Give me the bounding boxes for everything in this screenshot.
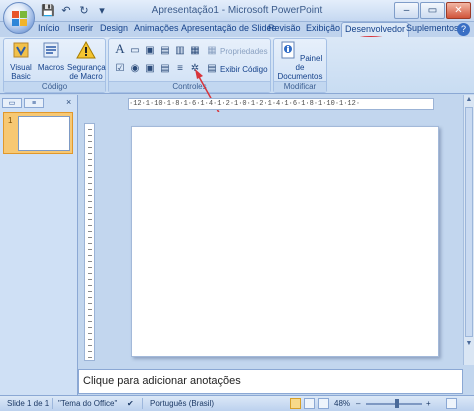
zoom-in-button[interactable]: +	[426, 399, 431, 408]
title-bar: 💾 ↶ ↻ ▾ Apresentação1 - Microsoft PowerP…	[0, 0, 474, 22]
language-status[interactable]: Português (Brasil)	[150, 399, 214, 408]
slide-show-view-button[interactable]	[318, 398, 329, 409]
status-separator	[142, 398, 143, 409]
fit-to-window-button[interactable]	[446, 398, 457, 409]
slide-canvas[interactable]	[131, 126, 439, 357]
scroll-up-icon[interactable]: ▲	[464, 96, 474, 106]
ribbon-tabs: Início Inserir Design Animações Apresent…	[0, 22, 474, 68]
tab-slides-icon[interactable]: ▭	[2, 98, 22, 108]
horizontal-ruler: ·12·1·10·1·8·1·6·1·4·1·2·1·0·1·2·1·4·1·6…	[128, 98, 434, 110]
more-controls-icon[interactable]: ▦	[188, 45, 202, 57]
tab-inserir[interactable]: Inserir	[68, 23, 93, 33]
tab-apresentacao-de-slides[interactable]: Apresentação de Slides	[181, 23, 276, 33]
zoom-level[interactable]: 48%	[334, 399, 350, 408]
tab-outline-icon[interactable]: ≡	[24, 98, 44, 108]
office-logo-icon	[12, 11, 27, 26]
macros-label: Macros	[37, 63, 65, 72]
option-button-icon[interactable]: ◉	[128, 63, 142, 75]
slide-thumbnail-item[interactable]: 1	[3, 112, 73, 154]
tab-revisao[interactable]: Revisão	[268, 23, 301, 33]
macro-security-button[interactable]: Segurança de Macro	[67, 40, 106, 81]
close-panel-icon[interactable]: ×	[66, 97, 71, 107]
vertical-ruler	[84, 123, 95, 361]
group-label-codigo: Código	[4, 81, 105, 92]
tab-animacoes[interactable]: Animações	[134, 23, 179, 33]
tab-design[interactable]: Design	[100, 23, 128, 33]
slides-panel: ▭ ≡ × 1	[0, 95, 78, 395]
scroll-down-icon[interactable]: ▼	[464, 340, 474, 350]
scrollbar-thumb[interactable]	[465, 107, 473, 337]
zoom-out-button[interactable]: –	[356, 399, 360, 408]
document-panel-button[interactable]: Painel de Documentos	[276, 40, 324, 81]
help-icon[interactable]: ?	[457, 23, 470, 36]
macros-button[interactable]: Macros	[37, 40, 65, 72]
frame-control-icon[interactable]: ▣	[143, 63, 157, 75]
macro-security-label: Segurança de Macro	[67, 63, 106, 81]
properties-button[interactable]: Propriedades	[220, 47, 268, 56]
status-separator	[52, 398, 53, 409]
normal-view-button[interactable]	[290, 398, 301, 409]
image-control-icon[interactable]: ▤	[158, 45, 172, 57]
textbox-control-icon[interactable]: ▭	[128, 45, 142, 57]
tab-suplementos[interactable]: Suplementos	[406, 23, 459, 33]
tab-inicio[interactable]: Início	[38, 23, 60, 33]
slide-sorter-view-button[interactable]	[304, 398, 315, 409]
status-bar: Slide 1 de 1 "Tema do Office" ✔ Portuguê…	[0, 395, 474, 411]
slide-thumbnail	[18, 116, 70, 151]
checkbox-control-icon[interactable]: ☑	[113, 63, 127, 75]
window-controls: – ▭ ✕	[394, 2, 471, 19]
visual-basic-label: Visual Basic	[10, 63, 32, 81]
macros-icon	[43, 42, 59, 58]
close-button[interactable]: ✕	[446, 2, 471, 19]
properties-icon: ▦	[207, 45, 217, 56]
group-modificar: Painel de Documentos Modificar	[273, 38, 327, 93]
zoom-slider-knob[interactable]	[395, 399, 399, 408]
visual-basic-button[interactable]: Visual Basic	[7, 40, 35, 81]
maximize-button[interactable]: ▭	[420, 2, 445, 19]
notes-pane[interactable]: Clique para adicionar anotações	[78, 369, 463, 394]
toggle-button-icon[interactable]: ▥	[173, 45, 187, 57]
vertical-scrollbar[interactable]: ▲ ▼	[463, 95, 474, 365]
notes-placeholder: Clique para adicionar anotações	[83, 375, 241, 387]
button-control-icon[interactable]: ▣	[143, 45, 157, 57]
slides-panel-tabs: ▭ ≡	[2, 98, 44, 108]
minimize-button[interactable]: –	[394, 2, 419, 19]
tab-exibicao[interactable]: Exibição	[306, 23, 340, 33]
spelling-check-icon[interactable]: ✔	[127, 399, 134, 408]
visual-basic-icon	[13, 42, 29, 58]
slide-count-status: Slide 1 de 1	[7, 399, 50, 408]
office-button[interactable]	[3, 2, 35, 34]
scrollbar-control-icon[interactable]: ≡	[173, 63, 187, 75]
warning-icon	[76, 40, 96, 59]
document-panel-icon	[281, 41, 295, 59]
label-control-icon[interactable]: A	[113, 42, 127, 55]
theme-status[interactable]: "Tema do Office"	[58, 399, 117, 408]
group-label-modificar: Modificar	[274, 81, 326, 92]
group-codigo: Visual Basic Macros Segurança de Macro C…	[3, 38, 106, 93]
slide-thumbnail-number: 1	[8, 116, 13, 125]
combobox-control-icon[interactable]: ▤	[158, 63, 172, 75]
zoom-slider[interactable]	[366, 403, 422, 405]
